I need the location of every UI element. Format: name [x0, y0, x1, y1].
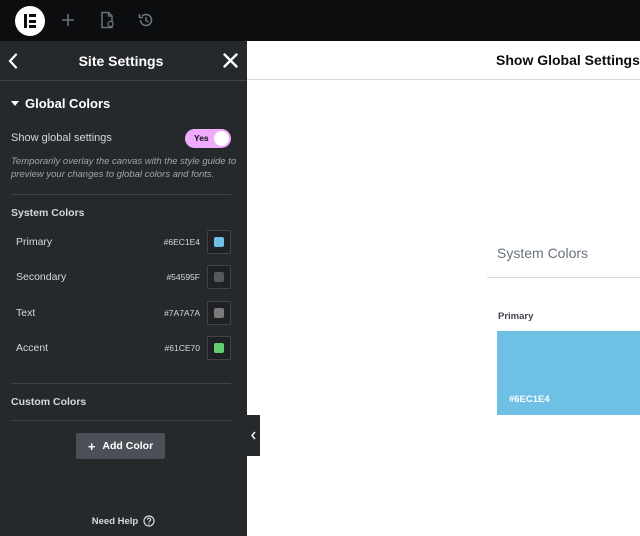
- color-hex: #7A7A7A: [164, 308, 200, 318]
- color-name: Secondary: [16, 271, 67, 283]
- add-color-label: Add Color: [102, 440, 154, 452]
- color-picker-button[interactable]: [207, 336, 231, 360]
- color-swatch: [214, 237, 224, 247]
- panel-title: Site Settings: [78, 53, 164, 69]
- plus-icon: +: [87, 438, 96, 454]
- chevron-left-icon: [251, 431, 256, 440]
- system-color-row-secondary[interactable]: Secondary #54595F: [0, 265, 247, 289]
- color-name: Accent: [16, 342, 49, 354]
- need-help-link[interactable]: Need Help: [0, 515, 247, 527]
- switch-state-text: Yes: [194, 133, 209, 143]
- system-color-row-primary[interactable]: Primary #6EC1E4: [0, 230, 247, 254]
- canvas-header: Show Global Settings: [247, 41, 640, 80]
- close-icon[interactable]: [222, 52, 239, 69]
- color-picker-button[interactable]: [207, 230, 231, 254]
- page-settings-icon[interactable]: [97, 10, 117, 30]
- system-color-row-accent[interactable]: Accent #61CE70: [0, 336, 247, 360]
- divider: [11, 194, 231, 195]
- color-picker-button[interactable]: [207, 265, 231, 289]
- top-bar: [0, 0, 640, 41]
- primary-color-card[interactable]: #6EC1E4: [497, 331, 640, 415]
- panel-header: Site Settings: [0, 41, 247, 81]
- site-settings-panel: Site Settings Global Colors Show global …: [0, 41, 247, 536]
- show-global-settings-switch[interactable]: Yes: [185, 129, 231, 148]
- divider: [11, 383, 231, 384]
- color-card-label: Primary: [498, 311, 534, 322]
- need-help-label: Need Help: [91, 515, 139, 527]
- elementor-logo-icon[interactable]: [15, 6, 45, 36]
- plus-icon[interactable]: [58, 10, 78, 30]
- canvas-section-title: System Colors: [497, 245, 589, 261]
- system-colors-heading: System Colors: [11, 207, 85, 219]
- color-name: Primary: [16, 236, 53, 248]
- switch-knob: [214, 131, 229, 146]
- divider: [11, 420, 231, 421]
- help-circle-icon: [143, 515, 155, 527]
- color-hex: #6EC1E4: [163, 237, 200, 247]
- caret-down-icon: [11, 100, 19, 106]
- collapse-panel-button[interactable]: [247, 415, 260, 456]
- color-swatch: [214, 343, 224, 353]
- color-swatch: [214, 272, 224, 282]
- history-icon[interactable]: [136, 10, 156, 30]
- global-colors-section-toggle[interactable]: Global Colors: [11, 95, 110, 111]
- canvas-header-title: Show Global Settings: [496, 52, 640, 68]
- color-hex: #54595F: [166, 272, 200, 282]
- color-picker-button[interactable]: [207, 301, 231, 325]
- system-color-row-text[interactable]: Text #7A7A7A: [0, 301, 247, 325]
- canvas-divider: [487, 277, 640, 278]
- toggle-description: Temporarily overlay the canvas with the …: [11, 156, 237, 180]
- section-title: Global Colors: [25, 95, 111, 111]
- custom-colors-heading: Custom Colors: [11, 396, 87, 408]
- color-swatch: [214, 308, 224, 318]
- add-color-button[interactable]: + Add Color: [76, 433, 165, 459]
- show-global-settings-label: Show global settings: [11, 132, 112, 144]
- color-card-hex: #6EC1E4: [509, 394, 550, 405]
- color-name: Text: [16, 307, 36, 319]
- color-hex: #61CE70: [164, 343, 200, 353]
